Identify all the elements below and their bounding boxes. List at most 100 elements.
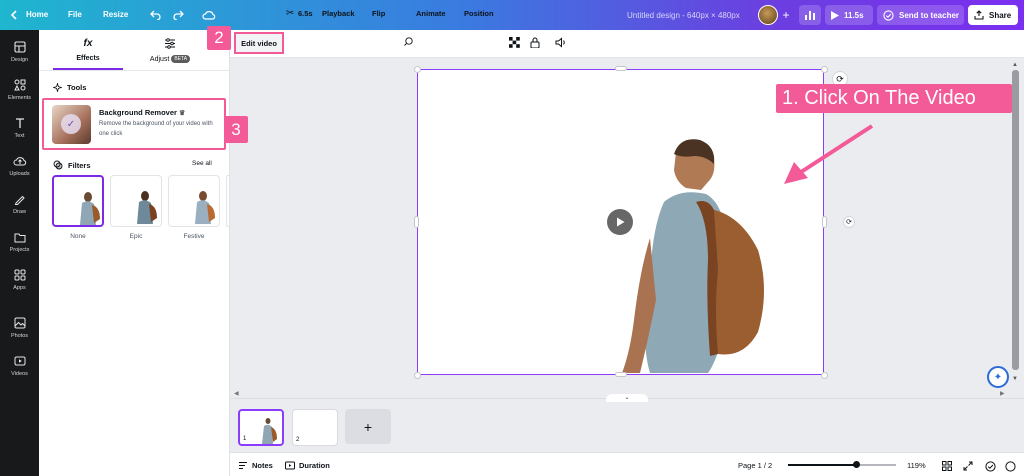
resize-handle-left[interactable] (414, 216, 419, 228)
avatar[interactable] (758, 5, 778, 25)
tools-section-title: Tools (53, 83, 86, 92)
rail-label: Elements (8, 95, 31, 101)
page-thumbnail-2[interactable]: 2 (292, 409, 338, 446)
duration-toggle[interactable]: Duration (285, 461, 330, 470)
rotate-page-icon[interactable]: ⟳ (843, 216, 855, 228)
animate-button[interactable]: Animate (416, 9, 446, 18)
video-play-button[interactable] (607, 209, 633, 235)
filter-epic[interactable] (110, 175, 162, 227)
elements-icon (13, 78, 27, 92)
videos-icon (13, 354, 27, 368)
step-2-badge: 2 (207, 26, 231, 50)
zoom-level[interactable]: 119% (907, 461, 926, 470)
plus-icon[interactable]: + (780, 8, 792, 22)
fullscreen-icon[interactable] (963, 461, 973, 471)
rail-label: Videos (11, 371, 28, 377)
rail-label: Apps (13, 285, 26, 291)
redo-icon[interactable] (171, 7, 187, 23)
rail-item-elements[interactable]: Elements (0, 71, 39, 109)
stats-button[interactable] (799, 5, 821, 25)
volume-icon[interactable] (555, 37, 567, 51)
scroll-up-icon[interactable]: ▲ (1012, 62, 1018, 68)
zoom-slider-handle[interactable] (852, 461, 860, 468)
design-icon (13, 40, 27, 54)
resize-handle-top-left[interactable] (414, 66, 421, 73)
chevron-down-icon[interactable]: ⌄ (606, 394, 648, 402)
playback-button[interactable]: Playback (322, 9, 355, 18)
rail-item-design[interactable]: Design (0, 33, 39, 71)
check-circle-icon (883, 9, 894, 21)
resize-handle-top[interactable] (615, 66, 627, 71)
sparkle-icon (53, 83, 62, 92)
rail-item-uploads[interactable]: Uploads (0, 147, 39, 185)
file-menu[interactable]: File (68, 10, 82, 19)
resize-handle-bottom[interactable] (615, 372, 627, 377)
filter-none[interactable] (52, 175, 104, 227)
page-indicator: Page 1 / 2 (738, 461, 773, 470)
lock-icon[interactable] (530, 37, 540, 51)
rail-label: Photos (10, 333, 29, 339)
background-remover-description: Remove the background of your video with… (99, 121, 213, 137)
rail-item-draw[interactable]: Draw (0, 185, 39, 223)
play-button[interactable]: 11.5s (825, 5, 873, 25)
notes-icon (239, 461, 247, 470)
photos-icon (13, 316, 27, 330)
send-to-teacher-label: Send to teacher (899, 10, 960, 20)
edit-video-button[interactable]: Edit video (234, 32, 284, 54)
play-time-label: 11.5s (844, 10, 864, 20)
duration-label: Duration (299, 461, 330, 470)
scroll-left-icon[interactable]: ◀ (234, 390, 239, 397)
flip-button[interactable]: Flip (372, 9, 385, 18)
filters-section-title: Filters (53, 160, 91, 170)
share-label: Share (989, 10, 1012, 20)
rail-item-apps[interactable]: Apps (0, 261, 39, 299)
rail-label: Draw (13, 209, 26, 215)
share-button[interactable]: Share (968, 5, 1018, 25)
duration-button[interactable]: 6.5s (298, 9, 313, 18)
resize-handle-top-right[interactable] (821, 66, 828, 73)
sliders-icon (130, 38, 210, 51)
vertical-scrollbar[interactable] (1012, 70, 1019, 370)
animate-icon (403, 37, 413, 50)
tab-effects[interactable]: fx Effects (48, 38, 128, 62)
rail-label: Projects (9, 247, 30, 253)
filter-thumbnail (195, 191, 215, 224)
scissors-icon[interactable]: ✂ (286, 8, 294, 19)
check-circle-icon[interactable] (985, 461, 996, 472)
rail-label: Uploads (9, 171, 30, 177)
resize-handle-right[interactable] (822, 216, 827, 228)
rail-item-photos[interactable]: Photos (0, 309, 39, 347)
filter-partial[interactable] (226, 175, 230, 227)
play-icon (831, 10, 839, 20)
scroll-right-icon[interactable]: ▶ (1000, 390, 1005, 397)
add-page-button[interactable]: + (345, 409, 391, 444)
filter-label: None (70, 233, 86, 240)
rail-item-projects[interactable]: Projects (0, 223, 39, 261)
undo-icon[interactable] (147, 7, 163, 23)
position-button[interactable]: Position (464, 9, 494, 18)
apps-icon (13, 268, 27, 282)
filter-thumbnail (137, 191, 157, 224)
send-to-teacher-button[interactable]: Send to teacher (877, 5, 964, 25)
transparency-icon[interactable] (509, 37, 520, 51)
play-icon (616, 217, 624, 227)
chevron-left-icon[interactable] (6, 7, 22, 23)
page-thumbnail-1[interactable]: 1 (238, 409, 284, 446)
tab-adjust[interactable]: Adjust BETA (130, 38, 210, 63)
grid-view-icon[interactable] (942, 461, 952, 471)
magic-assistant-icon[interactable]: ✦ (987, 366, 1009, 388)
cloud-icon[interactable] (201, 7, 217, 23)
filter-festive[interactable] (168, 175, 220, 227)
resize-handle-bottom-left[interactable] (414, 372, 421, 379)
rail-item-text[interactable]: Text (0, 109, 39, 147)
home-button[interactable]: Home (26, 10, 48, 19)
crown-icon: ♛ (179, 110, 186, 117)
scroll-down-icon[interactable]: ▼ (1012, 376, 1018, 382)
rail-item-videos[interactable]: Videos (0, 347, 39, 385)
see-all-link[interactable]: See all (192, 160, 212, 167)
help-icon[interactable] (1005, 461, 1016, 472)
notes-button[interactable]: Notes (238, 461, 273, 470)
resize-handle-bottom-right[interactable] (821, 372, 828, 379)
resize-button[interactable]: Resize (103, 10, 128, 19)
background-remover-card[interactable]: ✓ Background Remover ♛ Remove the backgr… (42, 98, 226, 150)
